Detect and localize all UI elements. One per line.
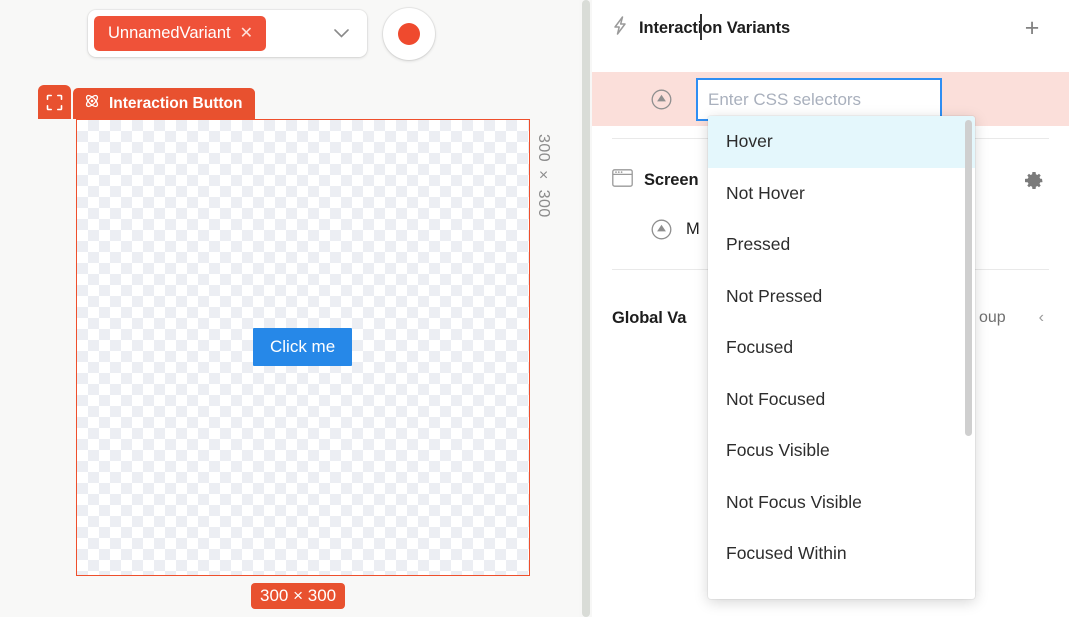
dropdown-option-focused[interactable]: Focused [708, 322, 975, 374]
dropdown-option-focus-visible[interactable]: Focus Visible [708, 425, 975, 477]
pane-divider-scrollbar[interactable] [579, 0, 592, 617]
artboard-canvas[interactable]: Click me [76, 119, 530, 576]
chevron-left-icon[interactable]: ‹ [1039, 309, 1044, 327]
interaction-variants-header: Interaction Variants + [592, 0, 1069, 56]
gear-icon[interactable] [1023, 170, 1044, 191]
css-selector-field[interactable] [696, 78, 942, 121]
dropdown-option-not-hover[interactable]: Not Hover [708, 168, 975, 220]
artboard-title-label: Interaction Button [109, 94, 243, 112]
close-icon[interactable]: ✕ [240, 25, 253, 42]
screen-variant-label: M [686, 219, 700, 238]
chevron-down-icon[interactable] [321, 16, 361, 51]
plus-icon[interactable]: + [1020, 15, 1044, 41]
new-group-button[interactable]: oup [979, 309, 1006, 327]
up-arrow-circle-icon[interactable] [651, 219, 672, 240]
record-button[interactable] [383, 8, 435, 60]
dropdown-option-not-pressed[interactable]: Not Pressed [708, 271, 975, 323]
search-input[interactable] [698, 80, 940, 119]
fullscreen-icon[interactable] [38, 85, 71, 119]
dropdown-option-not-focus-visible[interactable]: Not Focus Visible [708, 477, 975, 529]
artboard-size-badge: 300 × 300 [251, 583, 346, 609]
artboard-title-tab[interactable]: Interaction Button [73, 88, 256, 119]
react-atom-icon [84, 93, 100, 114]
click-me-button[interactable]: Click me [253, 328, 353, 366]
global-section-title: Global Va [612, 308, 687, 327]
css-selector-dropdown[interactable]: Hover Not Hover Pressed Not Pressed Focu… [708, 116, 975, 599]
dropdown-scrollbar-thumb[interactable] [965, 120, 972, 436]
artboard-height-label: 300 × 300 [535, 134, 552, 218]
dropdown-list: Hover Not Hover Pressed Not Pressed Focu… [708, 116, 975, 580]
screen-section-title: Screen [644, 170, 699, 189]
dropdown-option-hover[interactable]: Hover [708, 116, 975, 168]
up-arrow-circle-icon[interactable] [651, 89, 672, 110]
section-title: Interaction Variants [639, 18, 791, 37]
dropdown-option-pressed[interactable]: Pressed [708, 219, 975, 271]
variant-selector-bar[interactable]: UnnamedVariant ✕ [88, 10, 367, 57]
browser-window-icon [612, 168, 633, 192]
dropdown-option-not-focused[interactable]: Not Focused [708, 374, 975, 426]
variant-chip-label: UnnamedVariant [108, 24, 231, 42]
dropdown-option-focused-within[interactable]: Focused Within [708, 528, 975, 580]
app-root: UnnamedVariant ✕ Interaction Button Clic… [0, 0, 1069, 617]
scrollbar-thumb[interactable] [582, 0, 590, 617]
variant-chip[interactable]: UnnamedVariant ✕ [94, 16, 267, 51]
record-dot-icon [398, 23, 420, 45]
text-cursor [700, 14, 702, 40]
canvas-pane: UnnamedVariant ✕ Interaction Button Clic… [0, 0, 579, 617]
artboard-toolbar: Interaction Button [38, 85, 256, 119]
lightning-bolt-icon [612, 16, 628, 40]
